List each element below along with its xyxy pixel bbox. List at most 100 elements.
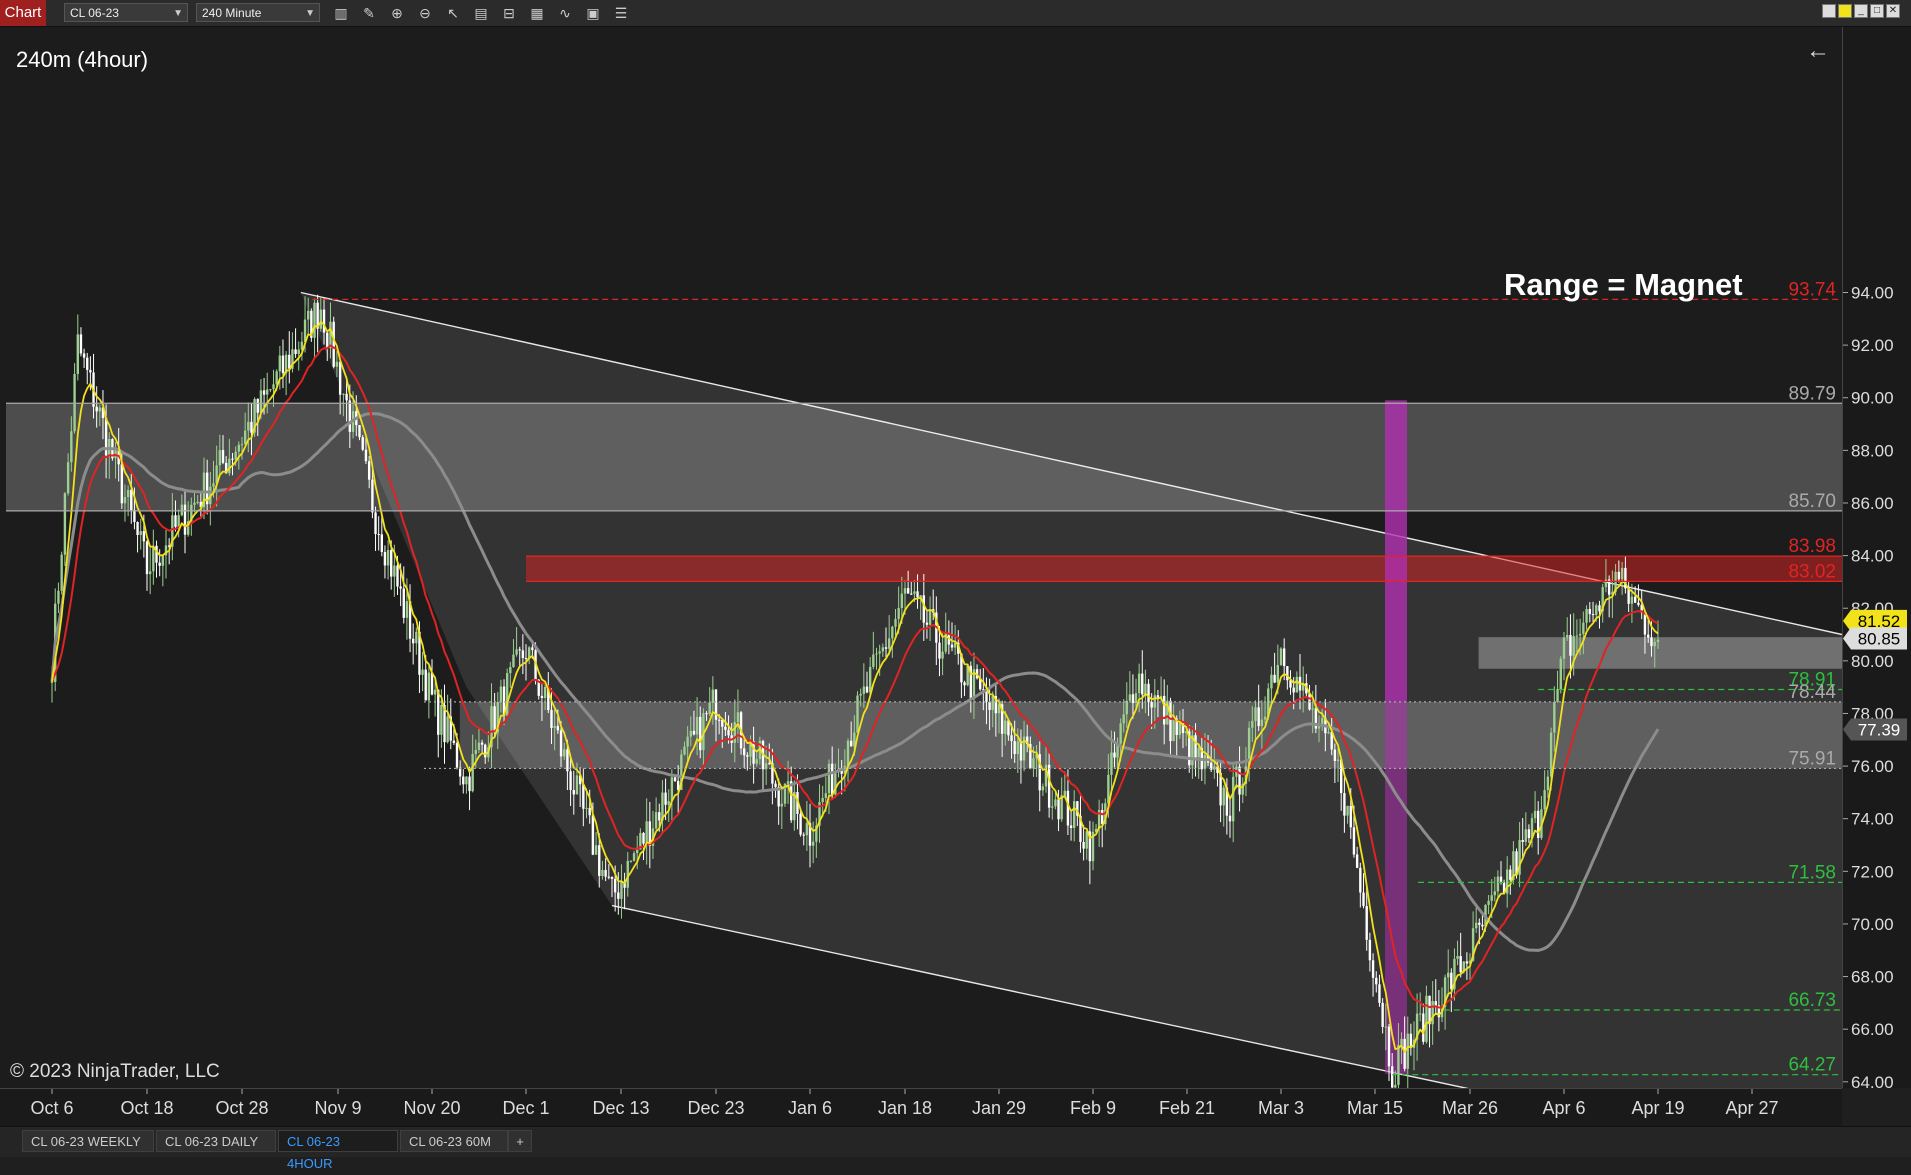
candle-body	[269, 389, 272, 391]
candle-body	[1493, 891, 1496, 896]
price-tick-label: 80.00	[1851, 652, 1894, 671]
candle-body	[1559, 658, 1562, 690]
candle-body	[361, 437, 364, 450]
back-arrow-icon[interactable]: ←	[1806, 37, 1830, 65]
candle-body	[658, 812, 661, 821]
strategies-icon[interactable]: ▦	[526, 3, 548, 23]
candle-body	[1051, 806, 1054, 808]
candle-body	[1163, 695, 1166, 725]
price-tick-label: 70.00	[1851, 915, 1894, 934]
add-tab-button[interactable]: +	[508, 1130, 532, 1152]
candle-body	[415, 631, 418, 644]
candle-body	[1509, 869, 1512, 880]
pointer-icon[interactable]: ↖	[442, 3, 464, 23]
candle-body	[63, 493, 67, 555]
candle-body	[897, 608, 900, 619]
candle-body	[925, 622, 929, 625]
candle-body	[667, 801, 670, 805]
tab-60m[interactable]: CL 06-23 60M	[400, 1130, 508, 1152]
zoom-in-icon[interactable]: ⊕	[386, 3, 408, 23]
candle-body	[1384, 1026, 1388, 1028]
candle-body	[708, 702, 711, 714]
candle-body	[60, 554, 63, 591]
indicators-icon[interactable]: ∿	[554, 3, 576, 23]
candle-body	[250, 421, 253, 433]
candle-body	[123, 497, 127, 504]
candle-body	[1403, 1038, 1406, 1069]
draw-icon[interactable]: ✎	[358, 3, 380, 23]
candle-body	[1254, 707, 1257, 721]
time-axis[interactable]: Oct 6 Oct 18 Oct 28 Nov 9 Nov 20 Dec 1 Dec 13 D…	[0, 1088, 1842, 1127]
candle-body	[1434, 1001, 1437, 1006]
time-tick-label: Mar 26	[1442, 1098, 1498, 1118]
candle-body	[1238, 766, 1241, 795]
candle-body	[1521, 840, 1524, 842]
candle-body	[1527, 829, 1531, 839]
candle-body	[278, 355, 282, 372]
templates-icon[interactable]: ▣	[582, 3, 604, 23]
tab-daily[interactable]: CL 06-23 DAILY	[156, 1130, 276, 1152]
tab-weekly[interactable]: CL 06-23 WEEKLY	[22, 1130, 154, 1152]
candle-body	[1286, 666, 1289, 681]
candle-body	[1172, 718, 1175, 742]
price-axis[interactable]: 64.00 66.00 68.00 70.00 72.00 74.00 76.00 78.00…	[1842, 27, 1911, 1092]
candle-body	[1203, 755, 1207, 770]
candle-body	[377, 533, 380, 535]
candle-body	[234, 451, 237, 460]
candle-body	[941, 651, 944, 659]
level-label-66-73: 66.73	[1788, 990, 1836, 1011]
candle-body	[695, 716, 699, 735]
candle-body	[1169, 700, 1172, 742]
window-link-icon[interactable]	[1838, 4, 1852, 18]
menu-icon[interactable]: ☰	[610, 3, 632, 23]
candle-body	[266, 389, 269, 395]
current-range-zone	[1478, 637, 1842, 669]
properties-icon[interactable]: ⊟	[498, 3, 520, 23]
close-icon[interactable]: ✕	[1886, 4, 1900, 18]
maximize-icon[interactable]: □	[1870, 4, 1884, 18]
candle-body	[509, 667, 512, 674]
tab-4hour[interactable]: CL 06-23 4HOUR	[278, 1130, 398, 1171]
candle-body	[1276, 664, 1280, 683]
candle-body	[306, 310, 310, 320]
candle-body	[868, 666, 872, 693]
bar-style-icon[interactable]: ▥	[330, 3, 352, 23]
minimize-icon[interactable]: _	[1854, 4, 1868, 18]
window-color-icon[interactable]	[1822, 4, 1836, 18]
price-tick-label: 72.00	[1851, 862, 1894, 881]
candle-body	[1566, 634, 1569, 638]
candle-body	[1556, 689, 1559, 702]
candle-body	[148, 571, 152, 575]
candle-body	[1578, 633, 1582, 636]
candle-body	[440, 704, 443, 735]
candle-body	[569, 771, 572, 790]
candle-body	[174, 515, 177, 527]
magenta-highlight-lower	[1385, 701, 1407, 1074]
candle-body	[642, 832, 645, 844]
price-tick-label: 92.00	[1851, 336, 1894, 355]
data-box-icon[interactable]: ▤	[470, 3, 492, 23]
candle-body	[393, 565, 396, 577]
candle-body	[1475, 922, 1478, 929]
candle-body	[988, 701, 991, 710]
candle-body	[335, 361, 339, 367]
time-tick-label: Jan 6	[788, 1098, 832, 1118]
candle-body	[1273, 674, 1276, 683]
candle-body	[1270, 674, 1273, 689]
candle-body	[1197, 748, 1200, 758]
candle-body	[724, 726, 727, 730]
candle-body	[364, 449, 368, 462]
candle-body	[872, 654, 875, 667]
chart-plot-area[interactable]: 93.74 89.79 85.70 83.98 83.02 78.91 78.44 75.91…	[0, 27, 1843, 1115]
candle-body	[768, 763, 771, 765]
candle-body	[553, 725, 556, 728]
candle-body	[288, 354, 291, 369]
candle-body	[1110, 752, 1113, 775]
zoom-out-icon[interactable]: ⊖	[414, 3, 436, 23]
chart-window-tab[interactable]: Chart	[0, 0, 46, 26]
instrument-selector[interactable]: CL 06-23 ▼	[64, 3, 188, 22]
candle-body	[161, 555, 165, 566]
interval-selector[interactable]: 240 Minute ▼	[196, 3, 320, 22]
candle-body	[183, 504, 187, 535]
candle-body	[566, 749, 569, 772]
